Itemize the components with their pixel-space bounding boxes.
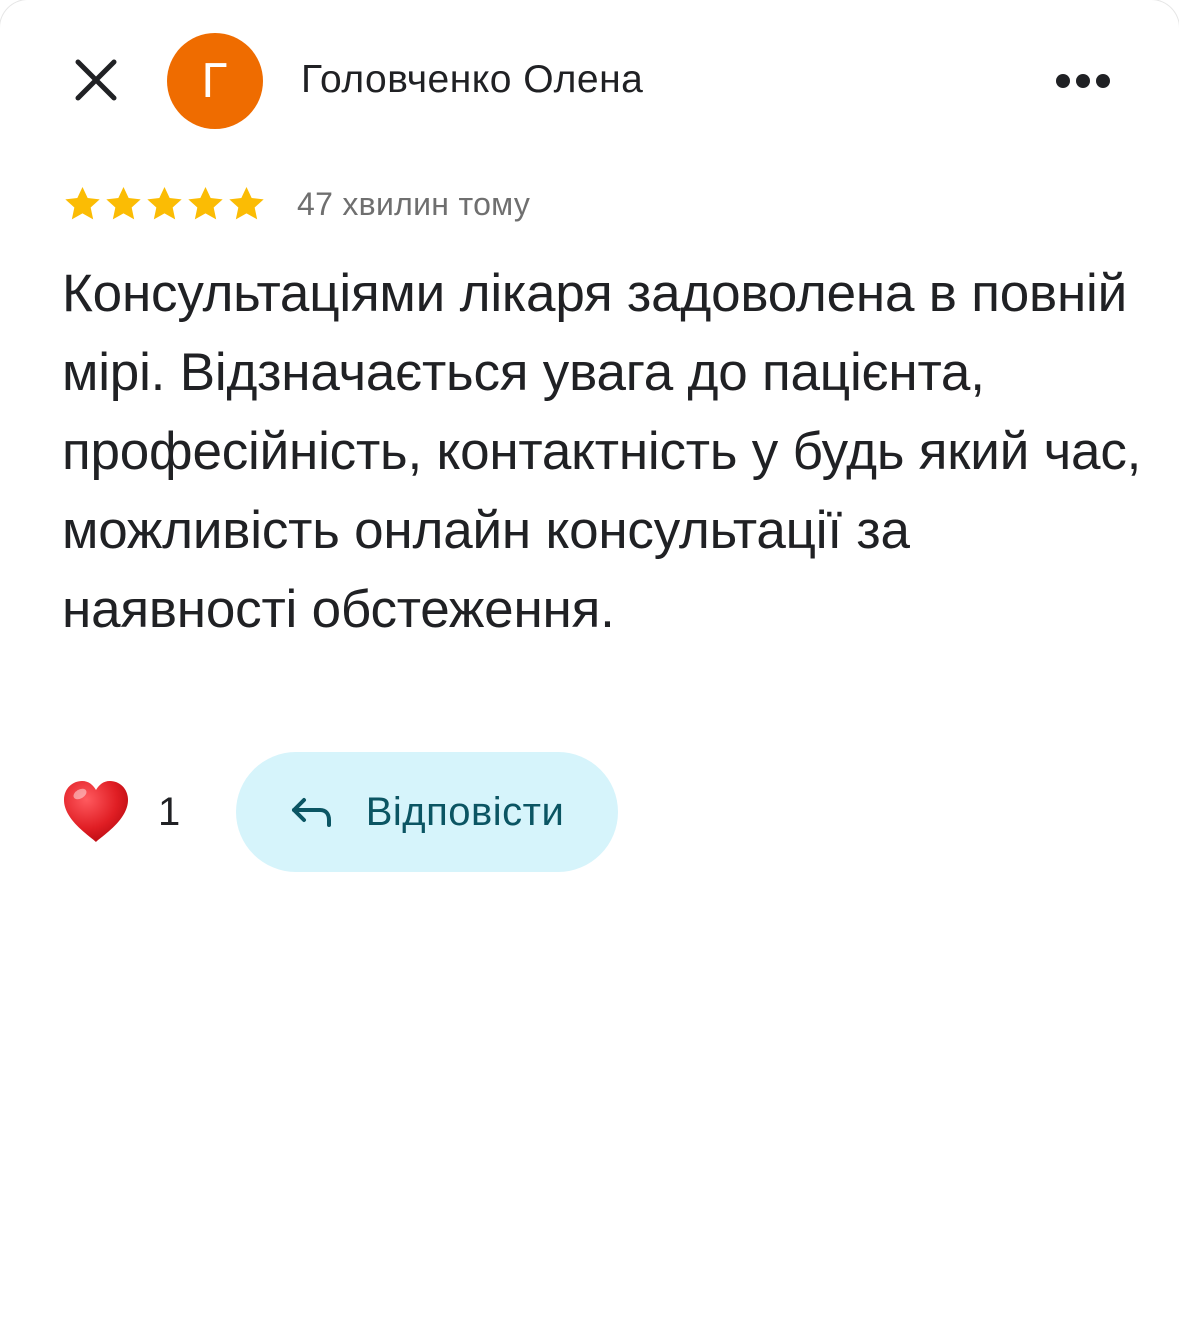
like-count: 1 <box>158 789 181 834</box>
star-rating <box>62 184 267 224</box>
review-screen: Г Головченко Олена 47 хвилин тому Консул… <box>0 0 1179 1329</box>
star-icon <box>106 187 141 220</box>
review-timestamp: 47 хвилин тому <box>297 185 531 222</box>
avatar[interactable]: Г <box>167 33 263 129</box>
rating-row: 47 хвилин тому <box>62 182 530 226</box>
like-button[interactable]: 1 <box>60 778 180 846</box>
review-text: Консультаціями лікаря задоволена в повні… <box>62 264 1142 639</box>
reply-arrow-icon <box>291 798 331 827</box>
star-icon <box>65 187 100 220</box>
close-button[interactable] <box>64 48 128 112</box>
avatar-initial: Г <box>200 54 230 108</box>
close-icon <box>75 59 117 101</box>
review-header: Г Головченко Олена <box>0 0 1179 162</box>
star-icon <box>147 187 182 220</box>
reply-label: Відповісти <box>365 789 565 834</box>
more-options-button[interactable] <box>1050 58 1116 104</box>
more-horizontal-icon <box>1056 74 1110 88</box>
author-name[interactable]: Головченко Олена <box>301 58 643 102</box>
star-icon <box>229 187 264 220</box>
review-actions: 1 Відповісти <box>60 752 618 872</box>
heart-icon <box>64 781 128 842</box>
reply-button[interactable]: Відповісти <box>236 752 618 872</box>
star-icon <box>188 187 223 220</box>
